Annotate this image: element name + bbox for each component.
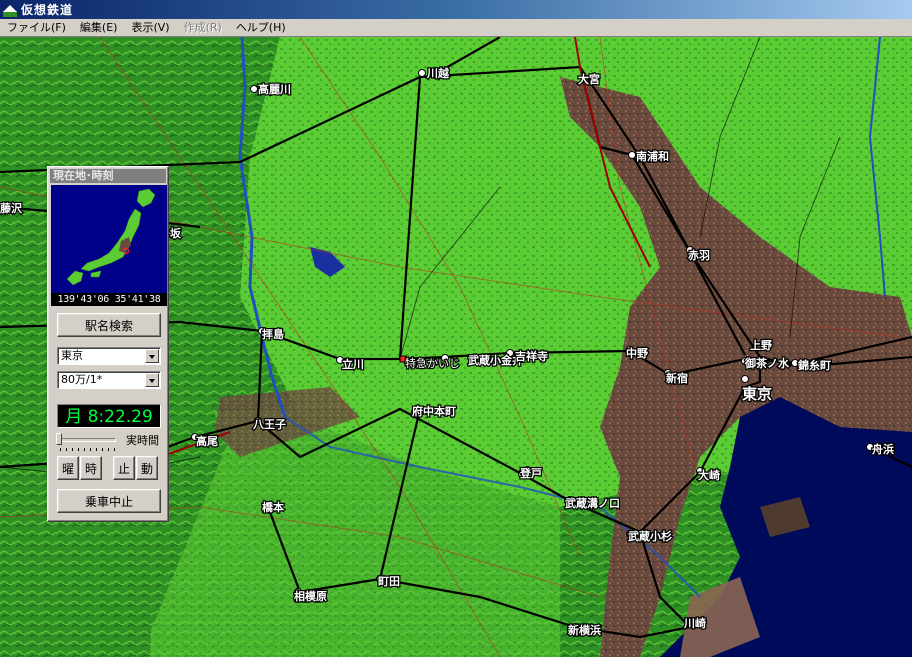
panel-title[interactable]: 現在地･時刻 <box>50 169 166 183</box>
chevron-down-icon[interactable] <box>145 373 159 387</box>
area-select-value: 東京 <box>61 349 83 362</box>
label-kawasaki[interactable]: 川崎 <box>682 615 708 632</box>
label-nakano[interactable]: 中野 <box>625 345 650 362</box>
title-bar: 仮想鉄道 <box>0 0 912 19</box>
label-ueno[interactable]: 上野 <box>749 337 774 354</box>
label-shinjuku[interactable]: 新宿 <box>665 370 690 387</box>
label-shinyokohama[interactable]: 新横浜 <box>567 622 603 639</box>
label-omiya[interactable]: 大宮 <box>577 71 602 88</box>
station-search-button[interactable]: 駅名検索 <box>57 313 161 337</box>
label-noborito[interactable]: 登戸 <box>518 465 544 482</box>
realtime-label: 実時間 <box>126 434 159 447</box>
stop-riding-button[interactable]: 乗車中止 <box>57 489 161 513</box>
label-kinshicho[interactable]: 錦糸町 <box>797 357 833 374</box>
label-akabane[interactable]: 赤羽 <box>687 247 712 264</box>
station-dot-kawagoe[interactable] <box>418 69 426 77</box>
speed-slider-thumb[interactable] <box>56 433 62 445</box>
label-futaba[interactable]: 藤沢 <box>0 200 24 217</box>
station-dot-tokyo[interactable] <box>741 375 749 383</box>
label-machida[interactable]: 町田 <box>377 574 402 590</box>
label-tokyo[interactable]: 東京 <box>741 384 774 405</box>
station-dot-komagawa[interactable] <box>250 85 258 93</box>
label-musashikosugi[interactable]: 武蔵小杉 <box>627 528 674 545</box>
label-kichijoji[interactable]: 吉祥寺 <box>514 348 550 365</box>
hour-button[interactable]: 時 <box>80 456 102 480</box>
scale-select[interactable]: 80万/1* <box>57 371 161 389</box>
label-tachikawa[interactable]: 立川 <box>341 356 366 373</box>
label-osaki[interactable]: 大崎 <box>697 467 722 484</box>
station-dot-urawa[interactable] <box>628 151 636 159</box>
japan-map-graphic <box>51 185 167 293</box>
menu-view[interactable]: 表示(V) <box>124 19 176 37</box>
menu-help[interactable]: ヘルプ(H) <box>229 19 293 37</box>
speed-slider-track[interactable] <box>60 438 116 442</box>
app-icon <box>3 3 17 17</box>
label-hachioji[interactable]: 八王子 <box>251 417 288 433</box>
label-kawagoe[interactable]: 川越 <box>425 65 451 82</box>
label-takao[interactable]: 高尾 <box>195 433 220 450</box>
location-time-panel: 現在地･時刻 139'43'06 35'41'38 駅名検索 東京 80万/1*… <box>47 166 169 522</box>
speed-slider-ticks <box>60 448 116 451</box>
area-select[interactable]: 東京 <box>57 347 161 365</box>
label-haijima[interactable]: 拝島 <box>261 326 286 343</box>
label-tokkyu[interactable]: 特急かいじ <box>404 355 462 372</box>
weekday-button[interactable]: 曜 <box>57 456 79 480</box>
label-funabashi[interactable]: 舟浜 <box>871 441 896 458</box>
menu-edit[interactable]: 編集(E) <box>73 19 125 37</box>
label-hashimoto[interactable]: 橋本 <box>261 499 286 516</box>
scale-select-value: 80万/1* <box>61 373 103 386</box>
menu-file[interactable]: ファイル(F) <box>0 19 73 37</box>
chevron-down-icon[interactable] <box>145 349 159 363</box>
label-ochanomizu[interactable]: 御茶ノ水 <box>743 355 791 372</box>
label-fuchu[interactable]: 府中本町 <box>411 403 458 420</box>
menu-bar: ファイル(F) 編集(E) 表示(V) 作成(R) ヘルプ(H) <box>0 19 912 37</box>
label-urawa[interactable]: 南浦和 <box>635 148 671 165</box>
japan-minimap[interactable] <box>51 185 167 293</box>
label-mizonokuchi[interactable]: 武蔵溝ノ口 <box>564 495 622 512</box>
stop-button[interactable]: 止 <box>113 456 135 480</box>
menu-create: 作成(R) <box>183 20 222 34</box>
clock-display: 月 8:22.29 <box>57 404 161 428</box>
label-komagawa[interactable]: 高麗川 <box>257 81 293 98</box>
coordinates-readout: 139'43'06 35'41'38 <box>51 293 167 306</box>
label-sagamihara[interactable]: 相模原 <box>293 588 329 605</box>
move-button[interactable]: 動 <box>136 456 158 480</box>
label-itabashi[interactable]: 坂 <box>169 225 184 242</box>
window-title: 仮想鉄道 <box>21 3 74 17</box>
